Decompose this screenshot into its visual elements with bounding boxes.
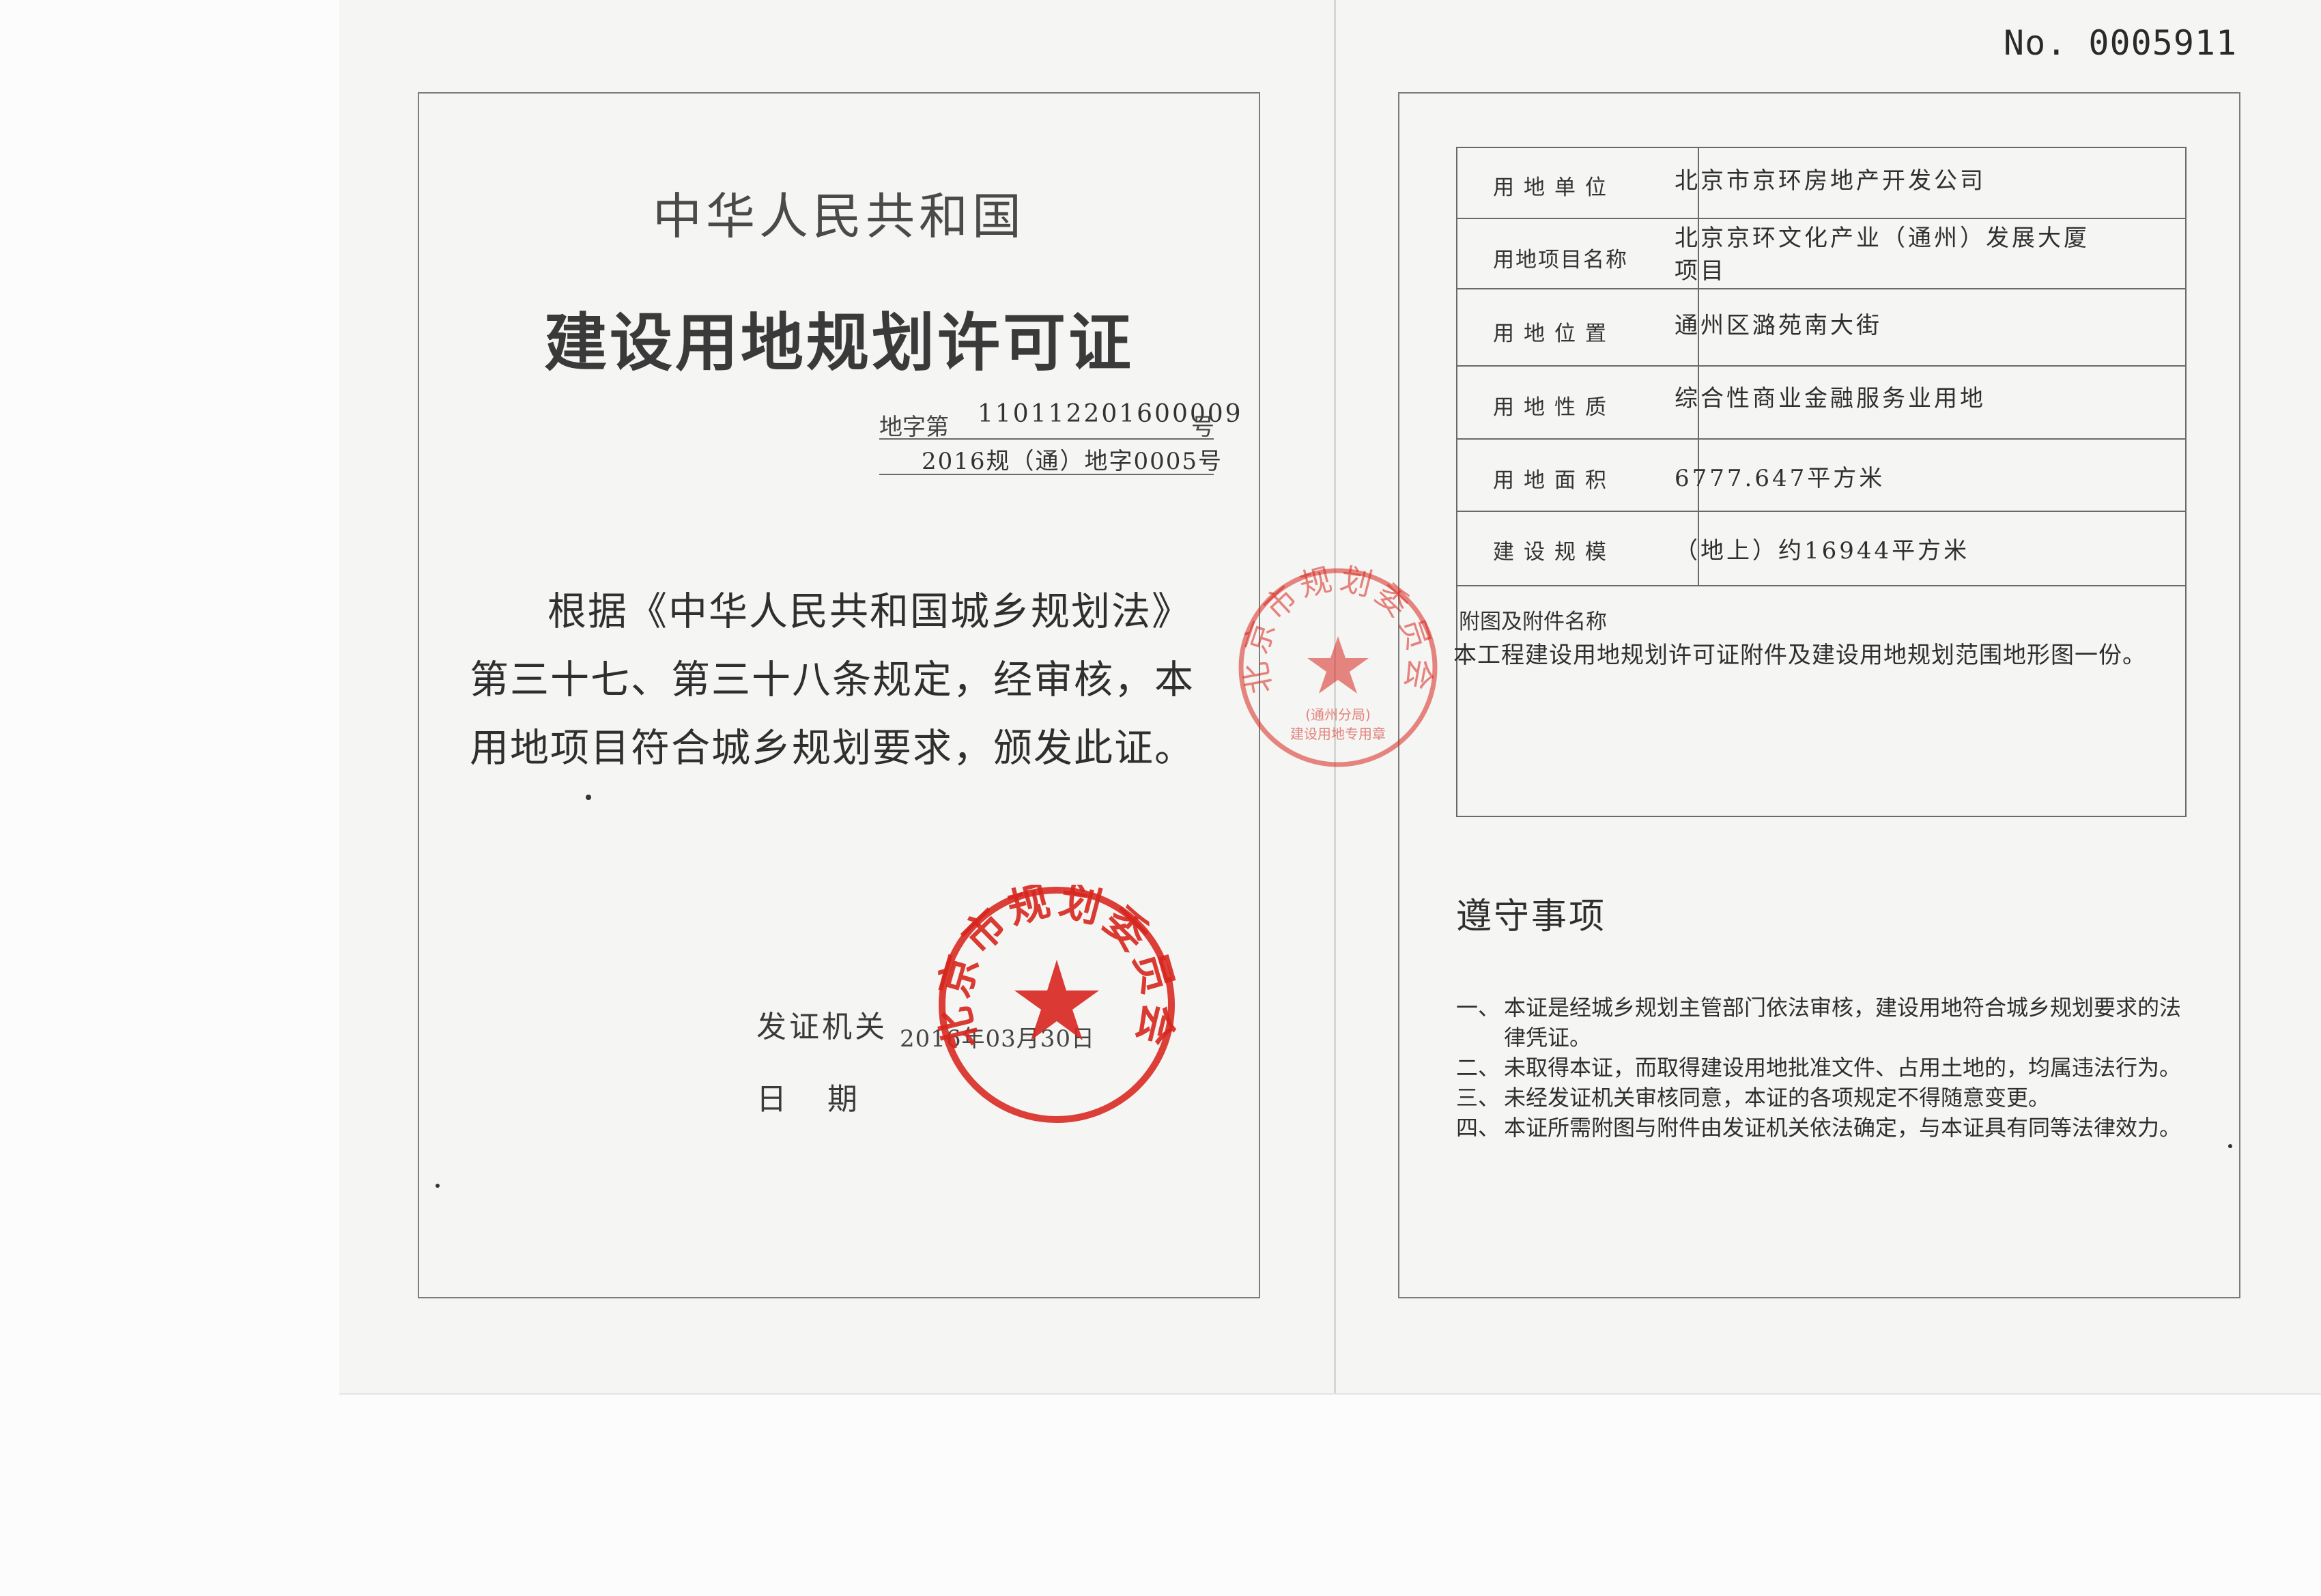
paper-speck: [586, 795, 591, 800]
note-number: 四、: [1456, 1115, 1500, 1141]
number-underline: [879, 438, 1214, 440]
issuer-label: 发证机关: [756, 1010, 887, 1044]
table-row-divider: [1457, 288, 2185, 289]
seam-seal: 北京市规划委员会 (通州分局) 建设用地专用章: [1236, 565, 1440, 770]
note-text: 本证所需附图与附件由发证机关依法确定，与本证具有同等法律效力。: [1504, 1115, 2182, 1141]
note-item: 二、 未取得本证，而取得建设用地批准文件、占用土地的，均属违法行为。: [1456, 1053, 2200, 1083]
certificate-title: 建设用地规划许可证: [543, 307, 1134, 380]
seam-seal-subtext: (通州分局): [1305, 707, 1371, 723]
notes-title: 遵守事项: [1456, 896, 1607, 937]
row-value-scale: （地上）约16944平方米: [1675, 537, 1970, 565]
certificate-secondary-number: 2016规（通）地字0005号: [922, 448, 1223, 475]
note-number: 二、: [1456, 1055, 1500, 1081]
note-item: 四、 本证所需附图与附件由发证机关依法确定，与本证具有同等法律效力。: [1456, 1113, 2200, 1143]
row-value-land-unit: 北京市京环房地产开发公司: [1675, 167, 1986, 195]
attachments-label: 附图及附件名称: [1459, 610, 1607, 634]
number-suffix: 号: [1191, 414, 1214, 441]
notes-list: 一、 本证是经城乡规划主管部门依法审核，建设用地符合城乡规划要求的法律凭证。 二…: [1456, 993, 2200, 1143]
number-prefix: 地字第: [879, 414, 949, 441]
paper-speck: [2228, 1144, 2232, 1148]
table-column-divider: [1698, 148, 1699, 586]
table-row-divider: [1457, 585, 2185, 586]
note-text: 未经发证机关审核同意，本证的各项规定不得随意变更。: [1504, 1085, 2051, 1111]
attachments-text: 本工程建设用地规划许可证附件及建设用地规划范围地形图一份。: [1453, 642, 2146, 669]
row-label-land-use: 用地性质: [1493, 395, 1616, 420]
row-value-location: 通州区潞苑南大街: [1675, 312, 1882, 339]
table-row-divider: [1457, 511, 2185, 512]
table-row-divider: [1457, 365, 2185, 367]
secondary-number-underline: [879, 474, 1214, 475]
land-info-table: 用地单位 北京市京环房地产开发公司 用地项目名称 北京京环文化产业（通州）发展大…: [1453, 147, 2187, 817]
row-value-area: 6777.647平方米: [1675, 465, 1885, 492]
row-label-location: 用地位置: [1493, 322, 1616, 346]
row-value-land-use: 综合性商业金融服务业用地: [1675, 385, 1986, 412]
note-number: 一、: [1456, 995, 1500, 1021]
row-value-project-name: 北京京环文化产业（通州）发展大厦项目: [1675, 225, 2090, 285]
table-row-divider: [1457, 438, 2185, 440]
row-label-scale: 建设规模: [1493, 540, 1616, 565]
note-text: 未取得本证，而取得建设用地批准文件、占用土地的，均属违法行为。: [1504, 1055, 2182, 1081]
row-label-project-name: 用地项目名称: [1493, 248, 1628, 272]
row-label-land-unit: 用地单位: [1493, 175, 1616, 200]
note-item: 三、 未经发证机关审核同意，本证的各项规定不得随意变更。: [1456, 1083, 2200, 1113]
table-row-divider: [1457, 218, 2185, 219]
official-seal: 北京市规划委员会: [937, 885, 1177, 1125]
date-label: 日期: [756, 1082, 898, 1117]
note-number: 三、: [1456, 1085, 1500, 1111]
serial-number: No. 0005911: [2004, 23, 2238, 63]
note-item: 一、 本证是经城乡规划主管部门依法审核，建设用地符合城乡规划要求的法律凭证。: [1456, 993, 2200, 1053]
note-text: 本证是经城乡规划主管部门依法审核，建设用地符合城乡规划要求的法律凭证。: [1504, 995, 2182, 1051]
row-label-area: 用地面积: [1493, 468, 1616, 493]
certificate-body: 根据《中华人民共和国城乡规划法》第三十七、第三十八条规定，经审核，本用地项目符合…: [470, 589, 1195, 771]
seam-seal-bottom-text: 建设用地专用章: [1290, 726, 1386, 742]
country-heading: 中华人民共和国: [652, 188, 1025, 245]
paper-speck: [436, 1184, 440, 1188]
